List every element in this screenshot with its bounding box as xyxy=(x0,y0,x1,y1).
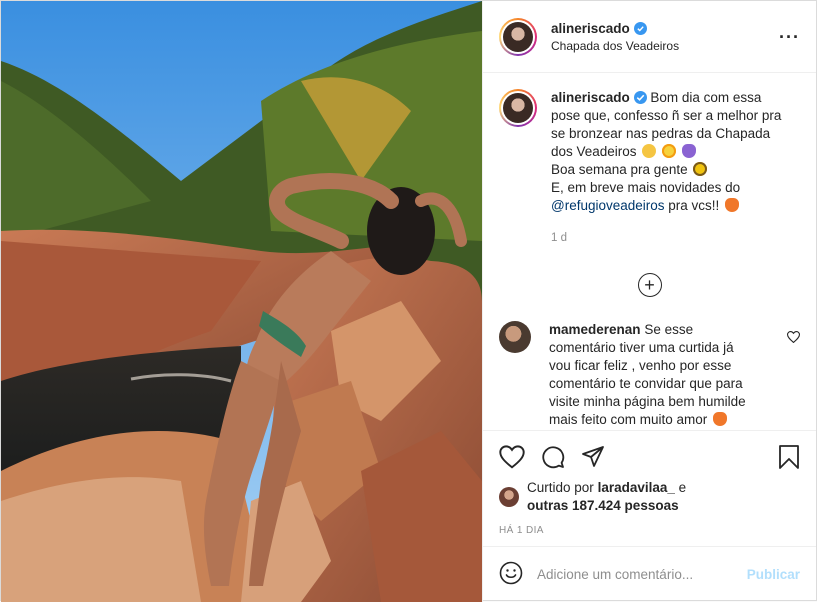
comment-input[interactable] xyxy=(537,567,747,582)
comment-bubble-icon[interactable] xyxy=(541,445,565,469)
action-icons-row xyxy=(499,437,800,477)
like-comment-heart-icon[interactable] xyxy=(786,331,801,346)
post-header: alineriscado Chapada dos Veadeiros ··· xyxy=(483,1,816,73)
caption-line-5: Boa semana pra gente xyxy=(551,161,781,179)
caption-username[interactable]: alineriscado xyxy=(551,90,630,105)
caption-line-1: Bom dia com essa xyxy=(650,90,762,105)
post-timestamp[interactable]: HÁ 1 DIA xyxy=(499,525,800,536)
caption-age: 1 d xyxy=(551,232,567,244)
mention-link[interactable]: @refugioveadeiros xyxy=(551,198,665,213)
liker-username[interactable]: laradavilaa_ xyxy=(598,480,675,495)
load-more-plus-icon[interactable]: + xyxy=(637,273,662,297)
liked-by-prefix: Curtido por xyxy=(527,480,594,495)
post-caption: alineriscado Bom dia com essa pose que, … xyxy=(499,89,800,247)
caption-line-7: @refugioveadeiros pra vcs!! xyxy=(551,197,781,215)
comment-line-1: Se esse xyxy=(644,322,694,337)
post-photo[interactable] xyxy=(1,1,482,602)
comment-line-5: visite minha página bem humilde xyxy=(549,394,746,409)
likes-count[interactable]: outras 187.424 pessoas xyxy=(527,498,679,513)
comment-line-4: comentário te convidar que para xyxy=(549,376,743,391)
grinning-face-icon xyxy=(642,144,657,158)
author-avatar[interactable] xyxy=(499,17,537,56)
post-image xyxy=(1,1,482,602)
comment-line-3: vou ficar feliz , venho por esse xyxy=(549,358,732,373)
liker-avatar[interactable] xyxy=(499,487,519,507)
comment-line-2: comentário tiver uma curtida já xyxy=(549,340,734,355)
load-more-comments: + xyxy=(499,273,800,297)
commenter-avatar[interactable] xyxy=(499,321,531,353)
emoji-smiley-icon[interactable] xyxy=(499,561,523,588)
orange-heart-icon xyxy=(713,412,728,426)
liked-by-joiner: e xyxy=(678,480,687,495)
verified-badge-icon xyxy=(633,91,647,104)
post-location[interactable]: Chapada dos Veadeiros xyxy=(551,39,679,53)
share-send-icon[interactable] xyxy=(581,445,605,469)
commenter-username[interactable]: mamederenan xyxy=(549,322,641,337)
add-comment-bar: Publicar xyxy=(483,546,816,602)
author-username[interactable]: alineriscado xyxy=(551,21,630,36)
comment-line-6: mais feito com muito amor xyxy=(549,412,728,427)
sunflower-icon xyxy=(693,162,708,176)
post-actions: Curtido por laradavilaa_ e outras 187.42… xyxy=(483,430,816,546)
caption-avatar[interactable] xyxy=(499,89,537,127)
verified-badge-icon xyxy=(633,21,647,35)
sun-icon xyxy=(662,144,677,158)
more-options-icon[interactable]: ··· xyxy=(779,27,800,48)
orange-heart-icon xyxy=(725,198,740,212)
purple-heart-icon xyxy=(681,144,696,158)
comment-item: mamederenan Se esse comentário tiver uma… xyxy=(499,321,801,429)
liked-by-row: Curtido por laradavilaa_ e outras 187.42… xyxy=(499,479,800,515)
instagram-post: alineriscado Chapada dos Veadeiros ··· a… xyxy=(0,0,817,602)
caption-line-6: E, em breve mais novidades do xyxy=(551,180,741,195)
comments-section: alineriscado Bom dia com essa pose que, … xyxy=(483,73,816,430)
caption-line-3: se bronzear nas pedras da Chapada xyxy=(551,126,771,141)
save-bookmark-icon[interactable] xyxy=(778,444,800,470)
author-username-row: alineriscado xyxy=(551,21,679,36)
like-heart-icon[interactable] xyxy=(499,445,525,469)
caption-line-4: dos Veadeiros xyxy=(551,143,781,161)
caption-line-2: pose que, confesso ñ ser a melhor pra xyxy=(551,108,782,123)
post-side-panel: alineriscado Chapada dos Veadeiros ··· a… xyxy=(482,1,816,602)
publish-button[interactable]: Publicar xyxy=(747,567,800,582)
